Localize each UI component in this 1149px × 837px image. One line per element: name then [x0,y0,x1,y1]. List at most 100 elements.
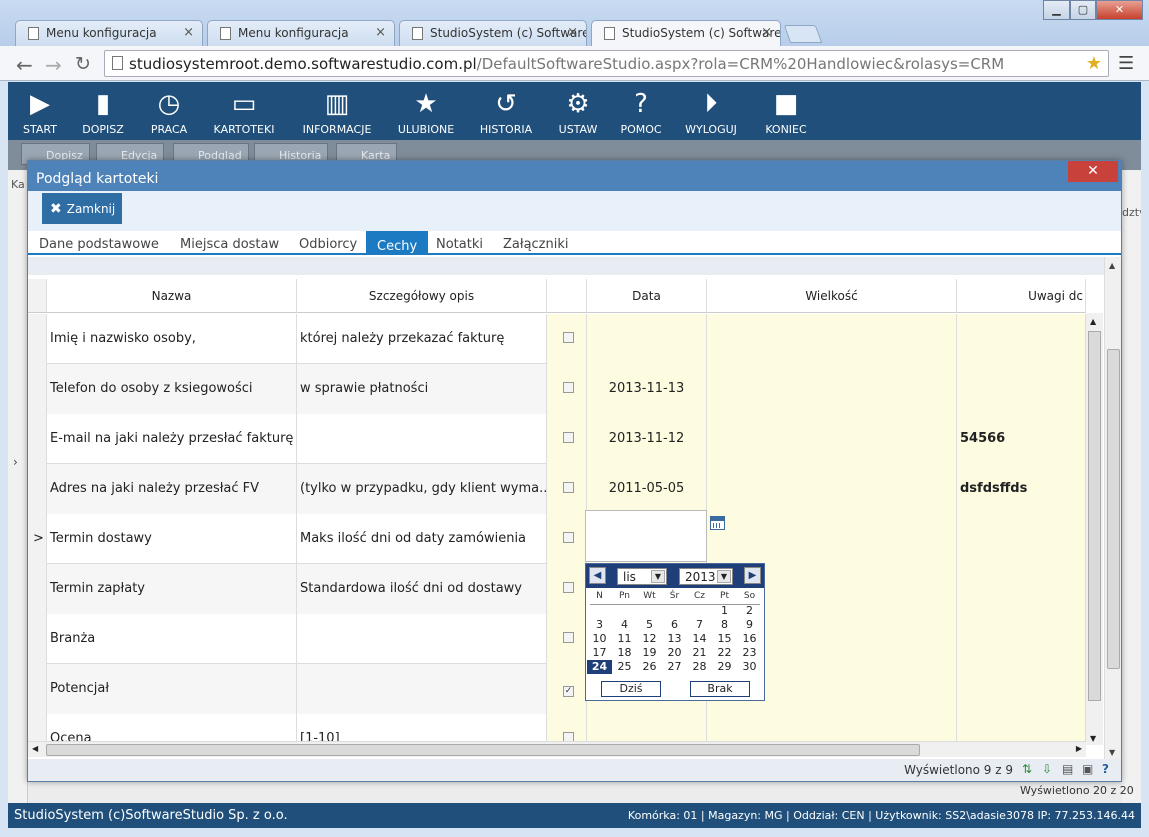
cell-wielkosc[interactable] [707,314,957,364]
calendar-day[interactable]: 22 [712,646,737,660]
toolbar-wyloguj[interactable]: ⏵ WYLOGUJ [682,88,740,136]
tab-dane-podstawowe[interactable]: Dane podstawowe [39,237,159,252]
calendar-day[interactable]: 3 [587,618,612,632]
cell-nazwa[interactable]: Adres na jaki należy przesłać FV [47,464,297,514]
calendar-day[interactable]: 28 [687,660,712,674]
table-row-selected[interactable]: > Termin dostawy Maks ilość dni od daty … [28,514,1086,564]
prev-month-button[interactable]: ◀ [589,567,606,584]
reload-icon[interactable]: ↻ [75,53,91,75]
toolbar-start[interactable]: ▶ START [18,88,62,136]
calendar-day[interactable]: 4 [612,618,637,632]
row-checkbox[interactable] [563,582,574,593]
scroll-thumb[interactable] [1107,349,1120,669]
calendar-day[interactable]: 14 [687,632,712,646]
header-uwagi[interactable]: Uwagi dc [957,279,1086,313]
cell-data[interactable] [587,314,707,364]
table-row[interactable]: Termin zapłaty Standardowa ilość dni od … [28,564,1086,614]
scroll-down-icon[interactable]: ▼ [1090,734,1096,743]
cell-opis[interactable]: której należy przekazać fakturę [297,314,547,364]
month-select[interactable]: lis ▼ [617,568,667,585]
export-icon[interactable]: ⇩ [1042,762,1055,776]
cell-uwagi[interactable] [957,514,1086,564]
cell-opis[interactable] [297,664,547,714]
toolbar-ustaw[interactable]: ⚙ USTAW [553,88,603,136]
toolbar-informacje[interactable]: ▥ INFORMACJE [298,88,376,136]
calendar-icon[interactable] [710,516,725,530]
scroll-up-icon[interactable]: ▲ [1090,317,1096,326]
cell-uwagi[interactable]: dsfdsffds [957,464,1086,514]
cell-nazwa[interactable]: Telefon do osoby z ksiegowości [47,364,297,414]
toolbar-praca[interactable]: ◷ PRACA [144,88,194,136]
calendar-day[interactable]: 9 [737,618,762,632]
calendar-day[interactable]: 25 [612,660,637,674]
minimize-button[interactable]: ▁ [1043,0,1070,20]
cell-data[interactable]: 2011-05-05 [587,464,707,514]
today-button[interactable]: Dziś [601,681,661,697]
row-checkbox[interactable] [563,332,574,343]
calendar-day[interactable]: 23 [737,646,762,660]
address-bar[interactable]: studiosystemroot.demo.softwarestudio.com… [104,50,1109,77]
settings-icon[interactable]: ▣ [1082,762,1095,776]
browser-tab-2[interactable]: Menu konfiguracja × [207,20,395,46]
grid-horizontal-scrollbar[interactable]: ◀ ▶ [28,741,1086,757]
zamknij-button[interactable]: ✖ Zamknij [42,193,122,224]
cell-data[interactable]: 2013-11-13 [587,364,707,414]
calendar-day[interactable]: 11 [612,632,637,646]
maximize-button[interactable]: ▢ [1070,0,1096,20]
scroll-left-icon[interactable]: ◀ [32,744,38,753]
header-data[interactable]: Data [587,279,707,313]
cell-opis[interactable] [297,614,547,664]
cell-nazwa[interactable]: Termin dostawy [47,514,297,564]
cell-data[interactable]: 2013-11-12 [587,414,707,464]
cell-opis[interactable]: (tylko w przypadku, gdy klient wyma... [297,464,547,514]
scroll-up-icon[interactable]: ▲ [1109,261,1115,270]
header-opis[interactable]: Szczegółowy opis [297,279,547,313]
row-checkbox[interactable]: ✓ [563,686,574,697]
cell-uwagi[interactable] [957,564,1086,614]
browser-tab-4[interactable]: StudioSystem (c) Software × [591,20,781,47]
row-checkbox[interactable] [563,482,574,493]
scroll-right-icon[interactable]: ▶ [1076,744,1082,753]
year-select[interactable]: 2013 ▼ [679,568,733,585]
calendar-day[interactable]: 16 [737,632,762,646]
cell-opis[interactable]: Maks ilość dni od daty zamówienia [297,514,547,564]
cell-nazwa[interactable]: E-mail na jaki należy przesłać fakturę [47,414,297,464]
cell-opis[interactable]: w sprawie płatności [297,364,547,414]
calendar-day[interactable]: 26 [637,660,662,674]
row-checkbox[interactable] [563,432,574,443]
close-icon[interactable]: × [183,25,194,40]
calendar-day[interactable]: 27 [662,660,687,674]
calendar-day[interactable]: 29 [712,660,737,674]
header-nazwa[interactable]: Nazwa [47,279,297,313]
forward-icon[interactable]: → [45,53,62,77]
tab-cechy[interactable]: Cechy [366,231,429,255]
expand-icon[interactable]: › [13,455,18,469]
calendar-day[interactable]: 19 [637,646,662,660]
browser-tab-1[interactable]: Menu konfiguracja × [15,20,203,46]
cell-wielkosc[interactable] [707,464,957,514]
table-row[interactable]: Telefon do osoby z ksiegowości w sprawie… [28,364,1086,414]
calendar-day[interactable]: 21 [687,646,712,660]
cell-wielkosc[interactable] [707,364,957,414]
cell-wielkosc[interactable] [707,514,957,564]
row-checkbox[interactable] [563,382,574,393]
cell-nazwa[interactable]: Branża [47,614,297,664]
tab-miejsca-dostaw[interactable]: Miejsca dostaw [180,237,279,252]
window-close-button[interactable]: ✕ [1096,0,1143,20]
scroll-down-icon[interactable]: ▼ [1109,748,1115,757]
toolbar-kartoteki[interactable]: ▭ KARTOTEKI [208,88,280,136]
help-icon[interactable]: ? [1102,762,1115,776]
tab-odbiorcy[interactable]: Odbiorcy [299,237,357,252]
table-row[interactable]: Branża [28,614,1086,664]
calendar-day[interactable]: 8 [712,618,737,632]
cell-uwagi[interactable]: 54566 [957,414,1086,464]
print-icon[interactable]: ▤ [1062,762,1075,776]
tab-zalaczniki[interactable]: Załączniki [503,237,569,252]
grid-vertical-scrollbar[interactable]: ▲ ▼ [1086,313,1103,745]
row-checkbox[interactable] [563,532,574,543]
calendar-day[interactable]: 12 [637,632,662,646]
new-tab-button[interactable] [783,25,823,43]
header-check[interactable] [547,279,587,313]
calendar-day[interactable]: 6 [662,618,687,632]
calendar-day[interactable]: 13 [662,632,687,646]
